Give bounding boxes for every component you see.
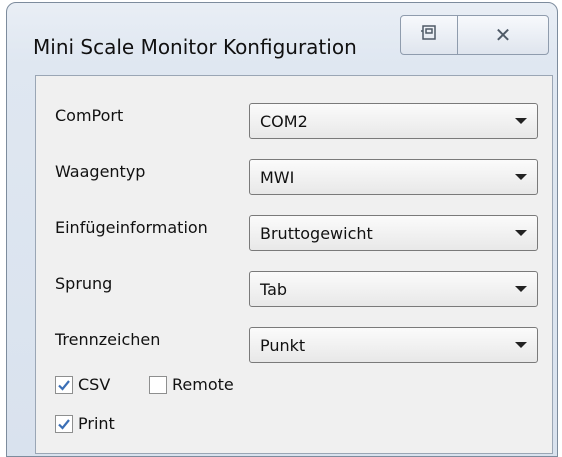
- chevron-down-icon: [515, 342, 527, 348]
- einfuegeinformation-value: Bruttogewicht: [260, 224, 373, 243]
- print-checkbox[interactable]: [55, 415, 73, 433]
- check-mark-icon: [58, 380, 70, 391]
- chevron-down-icon: [515, 174, 527, 180]
- dialog-window: Mini Scale Monitor Konfiguration ✕ ComPo…: [6, 2, 558, 457]
- chevron-down-icon: [515, 286, 527, 292]
- sprung-value: Tab: [260, 280, 288, 299]
- check-mark-icon: [58, 419, 70, 430]
- waagentyp-value: MWI: [260, 168, 295, 187]
- settings-panel: ComPort COM2 Waagentyp MWI Einfügeinform…: [35, 75, 553, 454]
- comport-value: COM2: [260, 112, 308, 131]
- remote-label: Remote: [172, 375, 234, 394]
- einfuegeinformation-select[interactable]: Bruttogewicht: [249, 215, 538, 251]
- trennzeichen-select[interactable]: Punkt: [249, 327, 538, 363]
- trennzeichen-value: Punkt: [260, 336, 306, 355]
- window-title: Mini Scale Monitor Konfiguration: [33, 35, 357, 59]
- remote-checkbox[interactable]: [149, 376, 167, 394]
- close-icon: ✕: [494, 23, 512, 47]
- csv-checkbox[interactable]: [55, 376, 73, 394]
- chevron-down-icon: [515, 118, 527, 124]
- trennzeichen-label: Trennzeichen: [55, 330, 161, 349]
- close-button[interactable]: ✕: [457, 15, 549, 55]
- restore-icon: [420, 25, 438, 45]
- sprung-label: Sprung: [55, 274, 113, 293]
- restore-button[interactable]: [400, 15, 458, 55]
- comport-label: ComPort: [55, 106, 124, 125]
- waagentyp-select[interactable]: MWI: [249, 159, 538, 195]
- waagentyp-label: Waagentyp: [55, 162, 146, 181]
- comport-select[interactable]: COM2: [249, 103, 538, 139]
- csv-label: CSV: [78, 375, 111, 394]
- einfuegeinformation-label: Einfügeinformation: [55, 218, 208, 237]
- chevron-down-icon: [515, 230, 527, 236]
- print-label: Print: [78, 414, 115, 433]
- sprung-select[interactable]: Tab: [249, 271, 538, 307]
